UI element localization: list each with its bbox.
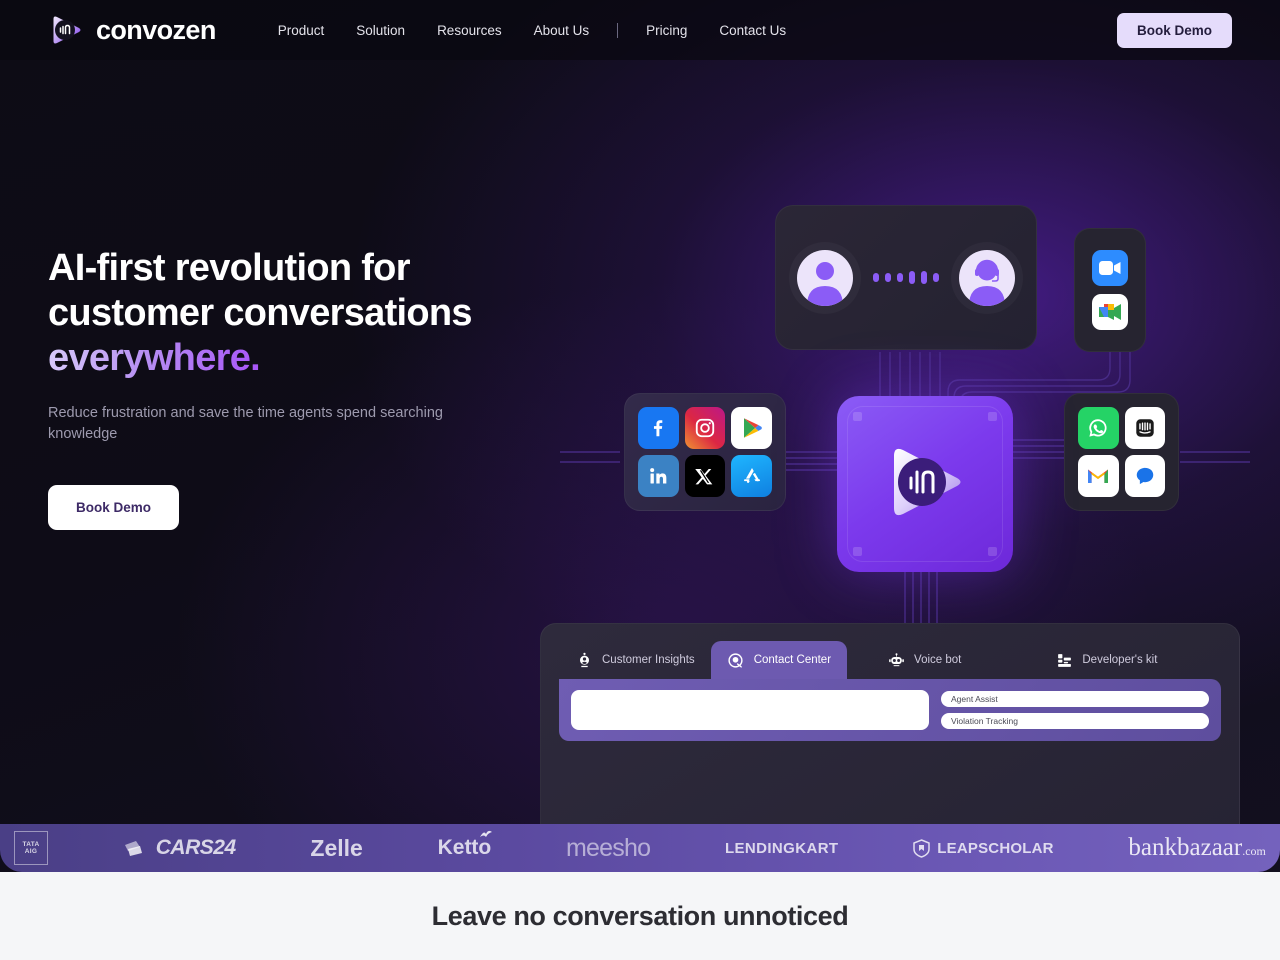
nav-link-contact-us[interactable]: Contact Us [703,15,802,46]
bankbazaar-label: bankbazaar [1128,834,1243,861]
product-tabs-card: Customer Insights Contact Center Voice b… [540,623,1240,845]
hero-copy: AI-first revolution for customer convers… [48,246,568,530]
tata-aig-logo: TATA AIG [14,831,48,865]
tata-aig-line-2: AIG [24,848,38,855]
section-heading: Leave no conversation unnoticed [431,900,849,931]
gmail-icon [1078,455,1119,497]
lendingkart-label: LENDINGKART [724,839,839,857]
tab-customer-insights[interactable]: Customer Insights [559,641,711,679]
robot-icon [887,651,905,669]
leapscholar-label-bold: SCHOLAR [978,839,1054,857]
app-store-icon [731,455,772,497]
tab-label: Contact Center [753,654,832,666]
brand-name: convozen [96,14,216,45]
intercom-icon [1124,407,1165,449]
contact-center-icon [727,651,745,669]
instagram-icon [684,407,726,449]
zoom-icon [1092,250,1128,286]
product-tabs: Customer Insights Contact Center Voice b… [541,624,1239,679]
feature-agent-assist[interactable]: Agent Assist [941,691,1209,707]
hero-title-line-2: customer conversations [48,292,473,334]
ketto-logo: Ketto [438,830,493,860]
customer-insights-icon [575,651,593,669]
nav-links: Product Solution Resources About Us Pric… [262,15,802,46]
navbar-book-demo-button[interactable]: Book Demo [1116,12,1232,48]
leapscholar-label-light: LEAP [937,839,979,857]
navbar: convozen Product Solution Resources Abou… [0,0,1280,60]
tab-panel-contact-center: Agent Assist Violation Tracking [559,679,1221,741]
tab-feature-list: Agent Assist Violation Tracking [941,691,1209,729]
google-meet-icon [1092,294,1128,330]
meesho-logo: meesho [566,833,651,863]
tab-voice-bot[interactable]: Voice bot [871,641,977,679]
brand-logo[interactable]: convozen [48,11,216,49]
x-twitter-icon [684,455,726,497]
hero-title-accent: everywhere. [48,337,261,379]
tab-label: Developer's kit [1082,654,1158,666]
ketto-bird-icon [480,830,493,837]
nav-link-product[interactable]: Product [262,15,341,46]
google-messages-icon [1124,455,1165,497]
cars24-label: CARS24 [155,836,236,859]
hero-subtitle: Reduce frustration and save the time age… [48,405,443,442]
conversation-panel [775,205,1037,350]
customer-logo-strip: TATA AIG CARS24 Zelle Ketto meesho LENDI… [0,824,1280,872]
lendingkart-logo: LENDINGKART [725,840,839,857]
hero-title-line-1: AI-first revolution for [48,247,410,289]
google-play-icon [731,407,772,449]
facebook-icon [638,407,679,449]
bankbazaar-logo: bankbazaar.com [1128,834,1265,862]
below-fold-section: Leave no conversation unnoticed [0,872,1280,960]
nav-link-resources[interactable]: Resources [421,15,518,46]
tab-label: Customer Insights [602,654,695,666]
convozen-waveform-logo-icon [48,11,86,49]
feature-violation-tracking[interactable]: Violation Tracking [941,713,1209,729]
tab-label: Voice bot [914,654,962,666]
meesho-label: meesho [566,833,651,862]
leapscholar-logo: LEAPSCHOLAR [913,838,1054,858]
tata-aig-line-1: TATA [22,841,40,848]
zelle-logo: Zelle [310,835,362,862]
leapscholar-shield-icon [913,838,931,858]
chip-border [847,406,1003,562]
user-avatar-icon [797,249,853,306]
bankbazaar-suffix: .com [1242,844,1266,858]
messaging-apps-panel [1064,393,1179,511]
cars24-mark-icon [124,841,142,856]
zelle-label: Zelle [310,834,363,861]
customer-avatar-ring [789,242,861,314]
transmission-dots-icon [873,271,939,284]
whatsapp-icon [1078,407,1119,449]
video-apps-panel [1074,228,1146,352]
headset-agent-avatar-icon [959,249,1015,306]
agent-avatar-ring [951,242,1023,314]
nav-link-about-us[interactable]: About Us [518,15,606,46]
nav-link-pricing[interactable]: Pricing [630,15,703,46]
page-title: AI-first revolution for customer convers… [48,246,568,381]
social-apps-panel [624,393,786,511]
hero-section: convozen Product Solution Resources Abou… [0,0,1280,872]
nav-link-solution[interactable]: Solution [340,15,421,46]
nav-divider [617,22,619,38]
hero-book-demo-button[interactable]: Book Demo [48,485,180,530]
tab-developers-kit[interactable]: Developer's kit [1039,641,1173,679]
tab-preview-area[interactable] [571,690,929,730]
linkedin-icon [638,455,679,497]
tab-contact-center[interactable]: Contact Center [710,641,848,679]
convozen-chip [837,396,1013,572]
cars24-logo: CARS24 [123,836,236,860]
developer-kit-icon [1055,651,1073,669]
